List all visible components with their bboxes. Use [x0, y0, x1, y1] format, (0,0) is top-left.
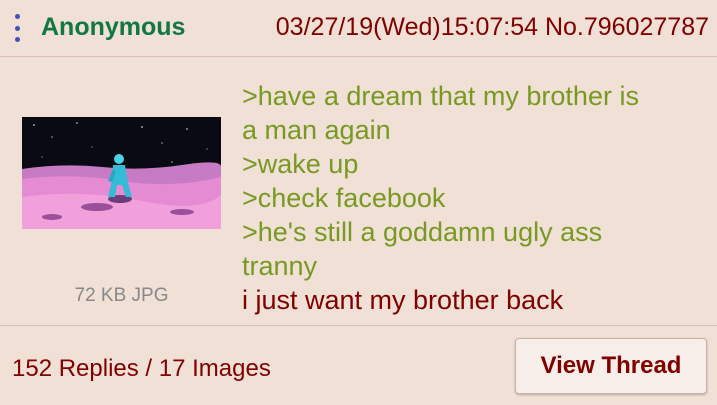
file-info: 72 KB JPG — [74, 285, 169, 306]
post-header: Anonymous 03/27/19(Wed)15:07:54 No.79602… — [0, 0, 717, 57]
menu-dot — [14, 25, 20, 31]
greentext-line: >check facebook — [242, 183, 446, 213]
menu-dot — [14, 14, 20, 19]
thread-footer: 152 Replies / 17 Images View Thread — [0, 325, 717, 405]
greentext-line: tranny — [242, 251, 318, 281]
comment-line: i just want my brother back — [242, 285, 564, 315]
greentext-line: >he's still a goddamn ugly ass — [242, 217, 603, 247]
greentext-line: a man again — [242, 115, 391, 145]
menu-dot — [14, 37, 20, 42]
view-thread-button[interactable]: View Thread — [515, 338, 707, 394]
greentext-line: >have a dream that my brother is — [242, 81, 639, 111]
thumb-crater — [170, 209, 194, 215]
post-body: 72 KB JPG >have a dream that my brother … — [0, 57, 717, 324]
post-comment: >have a dream that my brother is a man a… — [242, 79, 702, 317]
greentext-line: >wake up — [242, 149, 359, 179]
thumb-crater — [81, 203, 113, 211]
reply-count: 152 Replies / 17 Images — [12, 355, 271, 382]
post-thumbnail[interactable] — [22, 117, 221, 229]
more-vert-icon[interactable] — [10, 14, 24, 42]
poster-name: Anonymous — [41, 13, 186, 41]
post-datetime-number[interactable]: 03/27/19(Wed)15:07:54 No.796027787 — [276, 11, 709, 43]
thumb-crater — [42, 214, 62, 220]
